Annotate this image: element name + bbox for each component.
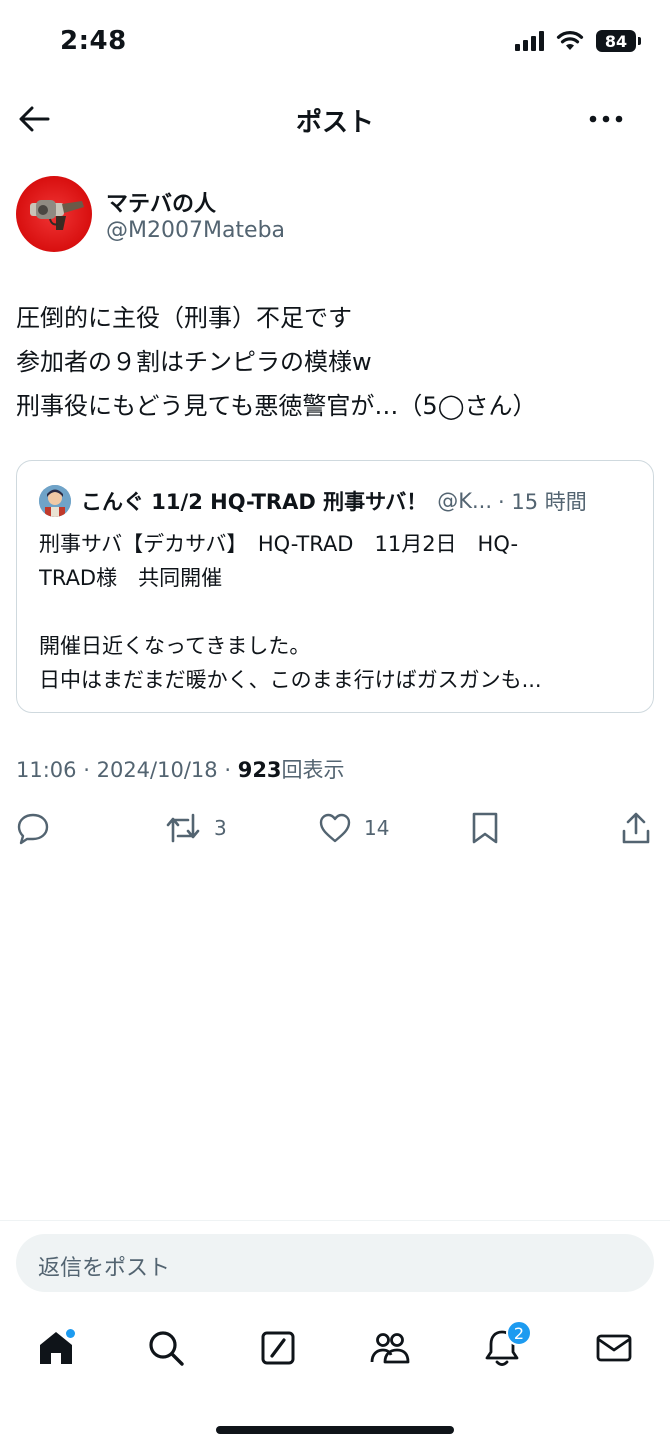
new-content-dot (66, 1329, 75, 1338)
view-count[interactable]: 923 (238, 758, 282, 782)
quoted-post-time: · 15 時間 (498, 490, 587, 514)
character-avatar-icon (39, 485, 71, 517)
post-text-line: 参加者の９割はチンピラの模様w (16, 348, 372, 376)
top-navigation: ポスト (0, 86, 670, 152)
bookmark-icon (472, 812, 498, 844)
battery-icon: 84 (596, 30, 641, 52)
quoted-author-avatar (39, 485, 71, 517)
quoted-text-line: 開催日近くなってきました。 (39, 634, 311, 658)
status-time: 2:48 (60, 26, 127, 56)
bottom-tab-bar: 2 (0, 1316, 670, 1380)
post-text: 圧倒的に主役（刑事）不足です 参加者の９割はチンピラの模様w 刑事役にもどう見て… (16, 296, 656, 428)
heart-icon (319, 813, 351, 843)
bookmark-button[interactable] (470, 806, 500, 850)
reply-placeholder: 返信をポスト (38, 1256, 171, 1281)
post-meta: 11:06 · 2024/10/18 · 923回表示 (16, 754, 345, 784)
quoted-text-line: TRAD様 共同開催 (39, 566, 223, 590)
quoted-author-handle: @K... (437, 489, 493, 513)
tab-messages[interactable] (590, 1324, 638, 1372)
post-time: 11:06 (16, 758, 77, 782)
quoted-author-name: こんぐ 11/2 HQ-TRAD 刑事サバ！ (81, 490, 428, 514)
status-icons: 84 (515, 30, 641, 52)
quoted-text-line: 刑事サバ【デカサバ】 HQ-TRAD 11月2日 HQ- (39, 532, 519, 556)
revolver-icon (30, 200, 84, 230)
grok-icon (261, 1331, 295, 1365)
status-bar: 2:48 84 (0, 0, 670, 86)
post-author: マテバの人 @M2007Mateba (16, 176, 656, 256)
view-count-label[interactable]: 回表示 (282, 758, 345, 782)
page-title: ポスト (295, 108, 374, 138)
post-actions: 3 14 (0, 806, 670, 850)
repost-icon (166, 813, 200, 843)
ellipsis-icon (589, 115, 623, 123)
quoted-post-header: こんぐ 11/2 HQ-TRAD 刑事サバ！ @K... · 15 時間 (39, 485, 639, 517)
post-date: 2024/10/18 (96, 758, 218, 782)
like-button[interactable]: 14 (318, 806, 389, 850)
home-indicator[interactable] (216, 1426, 454, 1434)
tab-home[interactable] (32, 1324, 80, 1372)
cellular-signal-icon (515, 31, 544, 51)
reply-button[interactable] (16, 806, 50, 850)
people-icon (370, 1333, 410, 1364)
author-display-name[interactable]: マテバの人 (106, 186, 216, 218)
reply-input[interactable]: 返信をポスト (16, 1234, 654, 1292)
quoted-post-text: 刑事サバ【デカサバ】 HQ-TRAD 11月2日 HQ- TRAD様 共同開催 … (39, 527, 613, 697)
quoted-text-blank-line (39, 595, 613, 629)
meta-separator: · (83, 758, 90, 782)
reply-icon (17, 813, 49, 845)
repost-count: 3 (214, 816, 227, 840)
tab-communities[interactable] (366, 1324, 414, 1372)
like-count: 14 (364, 816, 390, 840)
tab-search[interactable] (142, 1324, 190, 1372)
meta-separator: · (224, 758, 232, 782)
share-icon (622, 812, 650, 844)
notifications-badge: 2 (506, 1320, 532, 1346)
author-handle[interactable]: @M2007Mateba (106, 218, 285, 243)
search-icon (149, 1331, 184, 1366)
quoted-text-line: 日中はまだまだ暖かく、このまま行けばガスガンも... (39, 668, 542, 692)
post-text-line: 刑事役にもどう見ても悪徳警官が…（5◯さん） (16, 392, 537, 420)
reply-divider (0, 1220, 670, 1221)
quoted-post-card[interactable]: こんぐ 11/2 HQ-TRAD 刑事サバ！ @K... · 15 時間 刑事サ… (16, 460, 654, 713)
repost-button[interactable]: 3 (164, 806, 227, 850)
wifi-icon (556, 31, 584, 50)
more-options-button[interactable] (586, 99, 626, 139)
post-text-line: 圧倒的に主役（刑事）不足です (16, 304, 352, 332)
tab-grok[interactable] (254, 1324, 302, 1372)
envelope-icon (596, 1334, 632, 1362)
tab-notifications[interactable]: 2 (478, 1320, 532, 1372)
avatar[interactable] (16, 176, 92, 252)
share-button[interactable] (620, 806, 652, 850)
